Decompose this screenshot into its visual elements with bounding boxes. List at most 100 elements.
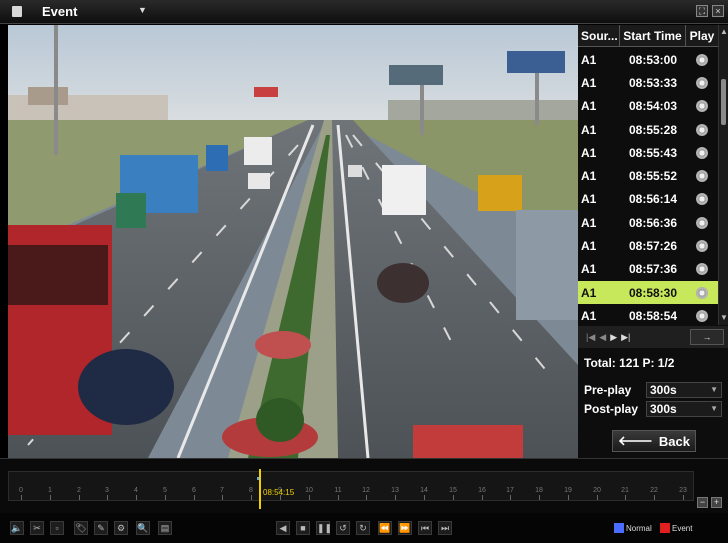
event-row[interactable]: A1 08:55:28 <box>578 118 718 141</box>
play-icon[interactable] <box>696 286 708 299</box>
back-button[interactable]: 🡐 Back <box>612 430 696 452</box>
event-source: A1 <box>581 285 597 300</box>
post-play-select[interactable]: 300s ▼ <box>646 401 722 417</box>
play-icon[interactable] <box>696 170 708 183</box>
timeline-cursor[interactable] <box>259 469 261 509</box>
next-file-icon[interactable]: ⏭ <box>438 521 452 535</box>
legend-normal-label: Normal <box>626 523 652 533</box>
event-row[interactable]: A1 08:56:36 <box>578 211 718 234</box>
event-start-time: 08:53:33 <box>628 75 678 90</box>
clip-start-icon[interactable]: ✂ <box>30 521 44 535</box>
timeline-tick <box>510 495 511 500</box>
timeline-tick <box>597 495 598 500</box>
play-icon[interactable] <box>696 263 708 276</box>
event-row[interactable]: A1 08:58:30 <box>578 280 718 305</box>
timeline-hour-label: 21 <box>621 487 629 494</box>
play-icon[interactable] <box>696 216 708 229</box>
previous-file-icon[interactable]: ⏮ <box>418 521 432 535</box>
play-icon[interactable] <box>696 146 708 159</box>
timeline-hour-label: 23 <box>679 487 687 494</box>
pre-play-select[interactable]: 300s ▼ <box>646 382 722 398</box>
play-icon[interactable] <box>696 100 708 113</box>
next-page-icon[interactable]: ▶ <box>610 332 617 343</box>
column-header-play[interactable]: Play <box>686 25 718 46</box>
video-frame <box>8 25 578 458</box>
reverse-play-icon[interactable]: ◀ <box>276 521 290 535</box>
digital-zoom-icon[interactable]: 🔍 <box>136 521 150 535</box>
page-jump-button[interactable]: → <box>690 329 724 345</box>
event-start-time: 08:57:36 <box>628 262 678 277</box>
event-row[interactable]: A1 08:55:43 <box>578 141 718 164</box>
event-row[interactable]: A1 08:56:14 <box>578 188 718 211</box>
zoom-in-icon[interactable]: + <box>711 497 722 508</box>
timeline-tick <box>194 495 195 500</box>
scroll-up-icon[interactable]: ▲ <box>719 27 728 37</box>
legend-event: Event <box>660 523 692 533</box>
stop-icon[interactable]: ■ <box>296 521 310 535</box>
play-cell <box>686 146 718 159</box>
scroll-down-icon[interactable]: ▼ <box>719 313 728 323</box>
video-playback-area[interactable] <box>8 25 578 458</box>
slow-forward-icon[interactable]: ⏪ <box>378 521 392 535</box>
event-start-time: 08:55:52 <box>628 169 678 184</box>
fullscreen-icon[interactable]: ⛶ <box>696 5 708 17</box>
play-icon[interactable] <box>696 123 708 136</box>
back-button-label: Back <box>658 433 690 449</box>
column-header-start-time[interactable]: Start Time <box>620 25 686 46</box>
event-source: A1 <box>581 262 597 277</box>
app-icon <box>12 6 22 17</box>
timeline-tick <box>338 495 339 500</box>
event-row[interactable]: A1 08:54:03 <box>578 95 718 118</box>
event-source: A1 <box>581 52 597 67</box>
event-row[interactable]: A1 08:53:33 <box>578 71 718 94</box>
event-source: A1 <box>581 169 597 184</box>
event-row[interactable]: A1 08:53:00 <box>578 48 718 71</box>
timeline-hour-label: 7 <box>220 487 224 494</box>
event-source: A1 <box>581 145 597 160</box>
timeline-tick <box>683 495 684 500</box>
event-row[interactable]: A1 08:57:36 <box>578 258 718 281</box>
custom-tag-icon[interactable]: ✎ <box>94 521 108 535</box>
pause-icon[interactable]: ❚❚ <box>316 521 332 535</box>
window-title: Event <box>42 4 78 19</box>
play-icon[interactable] <box>696 76 708 89</box>
event-row[interactable]: A1 08:55:52 <box>578 164 718 187</box>
chevron-down-icon[interactable]: ▼ <box>138 5 147 15</box>
add-tag-icon[interactable]: 🏷 <box>74 521 88 535</box>
event-source: A1 <box>581 239 597 254</box>
timeline-hour-label: 1 <box>48 487 52 494</box>
event-row[interactable]: A1 08:57:26 <box>578 234 718 257</box>
list-scrollbar[interactable]: ▲ ▼ <box>718 25 728 325</box>
pre-play-value: 300s <box>650 383 677 397</box>
timeline-cursor-time: 08:54:15 <box>263 488 295 497</box>
play-icon[interactable] <box>696 309 708 322</box>
prev-page-icon[interactable]: ◀ <box>599 332 606 343</box>
column-header-source[interactable]: Sour... <box>578 25 620 46</box>
event-row[interactable]: A1 08:58:54 <box>578 304 718 327</box>
forward-30s-icon[interactable]: ↻ <box>356 521 370 535</box>
timeline-hour-label: 12 <box>362 487 370 494</box>
event-source: A1 <box>581 122 597 137</box>
close-icon[interactable]: × <box>712 5 724 17</box>
timeline-hour-label: 5 <box>163 487 167 494</box>
timeline-ticks: 0 1 2 3 4 5 6 7 8 9 10 11 12 13 14 15 16 17 18 19 20 21 22 23 <box>9 486 695 500</box>
play-icon[interactable] <box>696 193 708 206</box>
play-cell <box>686 216 718 229</box>
last-page-icon[interactable]: ▶| <box>621 332 630 343</box>
scroll-thumb[interactable] <box>721 79 726 125</box>
fast-forward-icon[interactable]: ⏩ <box>398 521 412 535</box>
timeline-tick <box>136 495 137 500</box>
clip-end-icon[interactable]: ▫ <box>50 521 64 535</box>
event-start-time: 08:57:26 <box>628 239 678 254</box>
play-icon[interactable] <box>696 53 708 66</box>
audio-icon[interactable]: 🔈 <box>10 521 24 535</box>
rewind-30s-icon[interactable]: ↺ <box>336 521 350 535</box>
play-icon[interactable] <box>696 240 708 253</box>
file-management-icon[interactable]: ▤ <box>158 521 172 535</box>
first-page-icon[interactable]: |◀ <box>586 332 595 343</box>
zoom-out-icon[interactable]: − <box>697 497 708 508</box>
settings-icon[interactable]: ⚙ <box>114 521 128 535</box>
timeline-track[interactable]: 0 1 2 3 4 5 6 7 8 9 10 11 12 13 14 15 16 17 18 19 20 21 22 23 <box>8 471 694 501</box>
timeline-tick <box>539 495 540 500</box>
event-list: A1 08:53:00 A1 08:53:33 A1 08:54:03 A1 08:55:28… <box>578 48 718 351</box>
